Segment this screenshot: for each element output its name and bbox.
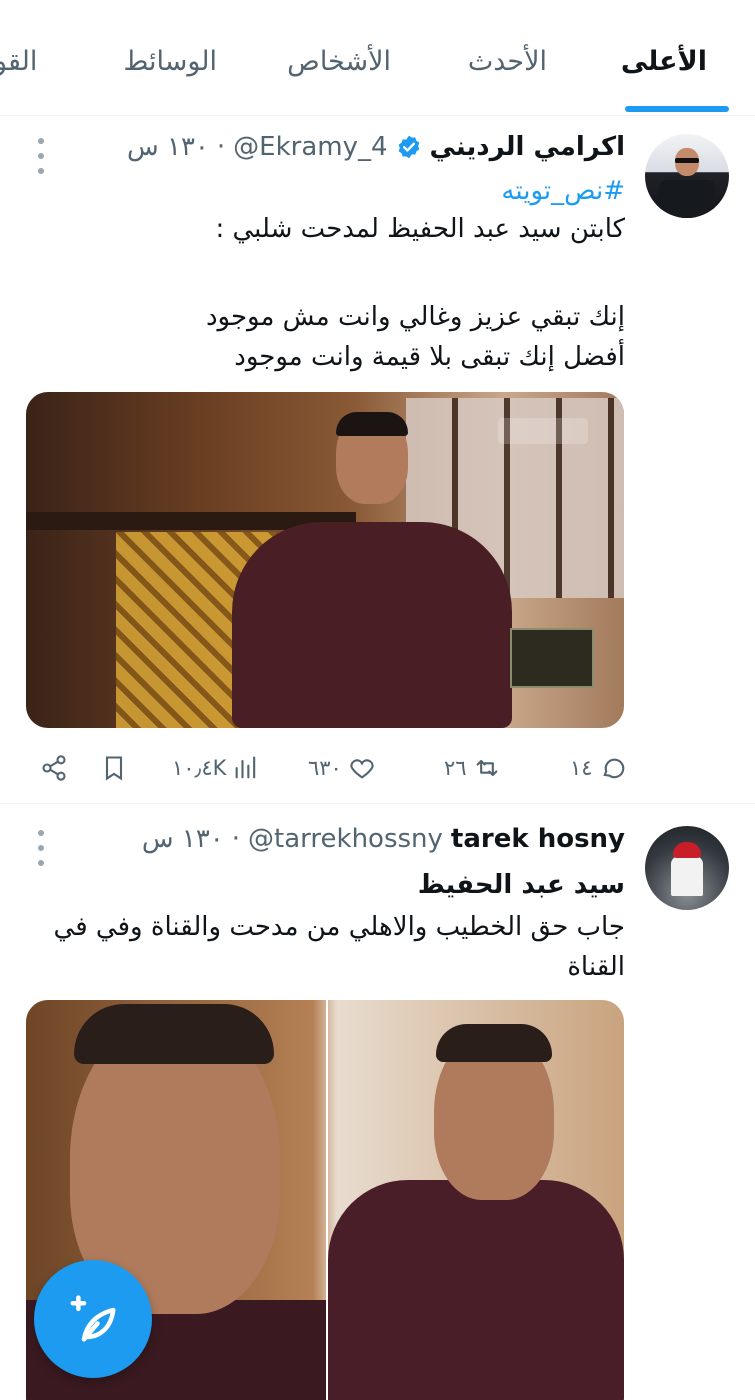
- author-handle[interactable]: @tarrekhossny: [248, 824, 443, 854]
- more-dot: [38, 168, 44, 174]
- more-vertical-icon[interactable]: [34, 830, 48, 866]
- author-name[interactable]: tarek hosny: [451, 824, 625, 854]
- more-dot: [38, 153, 44, 159]
- tweet-time-separator: ·: [216, 132, 226, 162]
- tweet-time[interactable]: ١٣٠ س: [142, 824, 224, 854]
- tab-top[interactable]: الأعلى: [621, 46, 707, 77]
- verified-badge-icon: [398, 135, 419, 159]
- reply-icon: [602, 758, 624, 779]
- tweet-actions: ١٠٫٤K ٦٣٠ ٢٦ ١٤: [0, 754, 755, 794]
- tweet-media-image[interactable]: [26, 392, 624, 728]
- views-count: ١٠٫٤K: [172, 756, 227, 780]
- tweet[interactable]: اكرامي الرديني @Ekramy_4 · ١٣٠ س #نص_توي…: [0, 118, 755, 804]
- avatar-glasses: [675, 158, 699, 163]
- tweet-text-line: أفضل إنك تبقى بلا قيمة وانت موجود: [234, 342, 625, 372]
- like-button[interactable]: ٦٣٠: [308, 754, 376, 782]
- share-button[interactable]: [40, 754, 68, 782]
- media-person: [232, 412, 512, 728]
- tweet-time-separator: ·: [231, 824, 241, 854]
- more-dot: [38, 138, 44, 144]
- avatar-cap: [673, 842, 701, 858]
- tab-media[interactable]: الوسائط: [123, 46, 217, 77]
- tweet-text-line: كابتن سيد عبد الحفيظ لمدحت شلبي :: [215, 214, 625, 244]
- bookmark-button[interactable]: [100, 754, 128, 782]
- show-logo: [510, 628, 594, 688]
- retweet-button[interactable]: ٢٦: [444, 754, 501, 782]
- likes-count: ٦٣٠: [308, 756, 342, 780]
- views-icon: [236, 756, 256, 779]
- avatar[interactable]: [645, 134, 729, 218]
- tweet-header: اكرامي الرديني @Ekramy_4 · ١٣٠ س: [127, 132, 625, 162]
- avatar-body: [659, 180, 715, 218]
- retweets-count: ٢٦: [444, 756, 467, 780]
- bookmark-icon: [105, 756, 123, 781]
- tweet-text-line: سيد عبد الحفيظ: [417, 870, 625, 900]
- hashtag-link[interactable]: #نص_تويته: [501, 172, 625, 211]
- heart-icon: [350, 759, 374, 779]
- active-tab-indicator: [625, 106, 729, 112]
- avatar-body: [671, 856, 703, 896]
- more-vertical-icon[interactable]: [34, 138, 48, 174]
- media-split-divider: [326, 1000, 328, 1400]
- replies-count: ١٤: [570, 756, 593, 780]
- media-right-torso: [328, 1180, 624, 1400]
- media-right-hair: [436, 1024, 552, 1062]
- reply-button[interactable]: ١٤: [570, 754, 627, 782]
- person-torso: [232, 522, 512, 728]
- retweet-icon: [476, 759, 497, 777]
- more-dot: [38, 860, 44, 866]
- tab-people[interactable]: الأشخاص: [287, 46, 391, 77]
- tab-partially-visible[interactable]: القو: [0, 46, 37, 77]
- compose-button[interactable]: [34, 1260, 152, 1378]
- search-tabs: الأعلى الأحدث الأشخاص الوسائط القو: [0, 0, 755, 116]
- more-dot: [38, 845, 44, 851]
- person-hair: [336, 412, 408, 436]
- tweet-text-line: القناة: [567, 952, 625, 982]
- tab-latest[interactable]: الأحدث: [468, 46, 547, 77]
- compose-icon: [70, 1295, 116, 1342]
- avatar[interactable]: [645, 826, 729, 910]
- media-left-hair: [74, 1004, 274, 1064]
- views-button[interactable]: ١٠٫٤K: [172, 754, 260, 782]
- tweet-time[interactable]: ١٣٠ س: [127, 132, 209, 162]
- author-handle[interactable]: @Ekramy_4: [233, 132, 387, 162]
- author-name[interactable]: اكرامي الرديني: [430, 132, 625, 162]
- tweet-text-line: جاب حق الخطيب والاهلي من مدحت والقناة وف…: [53, 912, 625, 942]
- tweet-text-line: إنك تبقي عزيز وغالي وانت مش موجود: [205, 302, 625, 332]
- more-dot: [38, 830, 44, 836]
- tweet-header: tarek hosny @tarrekhossny · ١٣٠ س: [142, 824, 625, 854]
- share-icon: [42, 755, 66, 781]
